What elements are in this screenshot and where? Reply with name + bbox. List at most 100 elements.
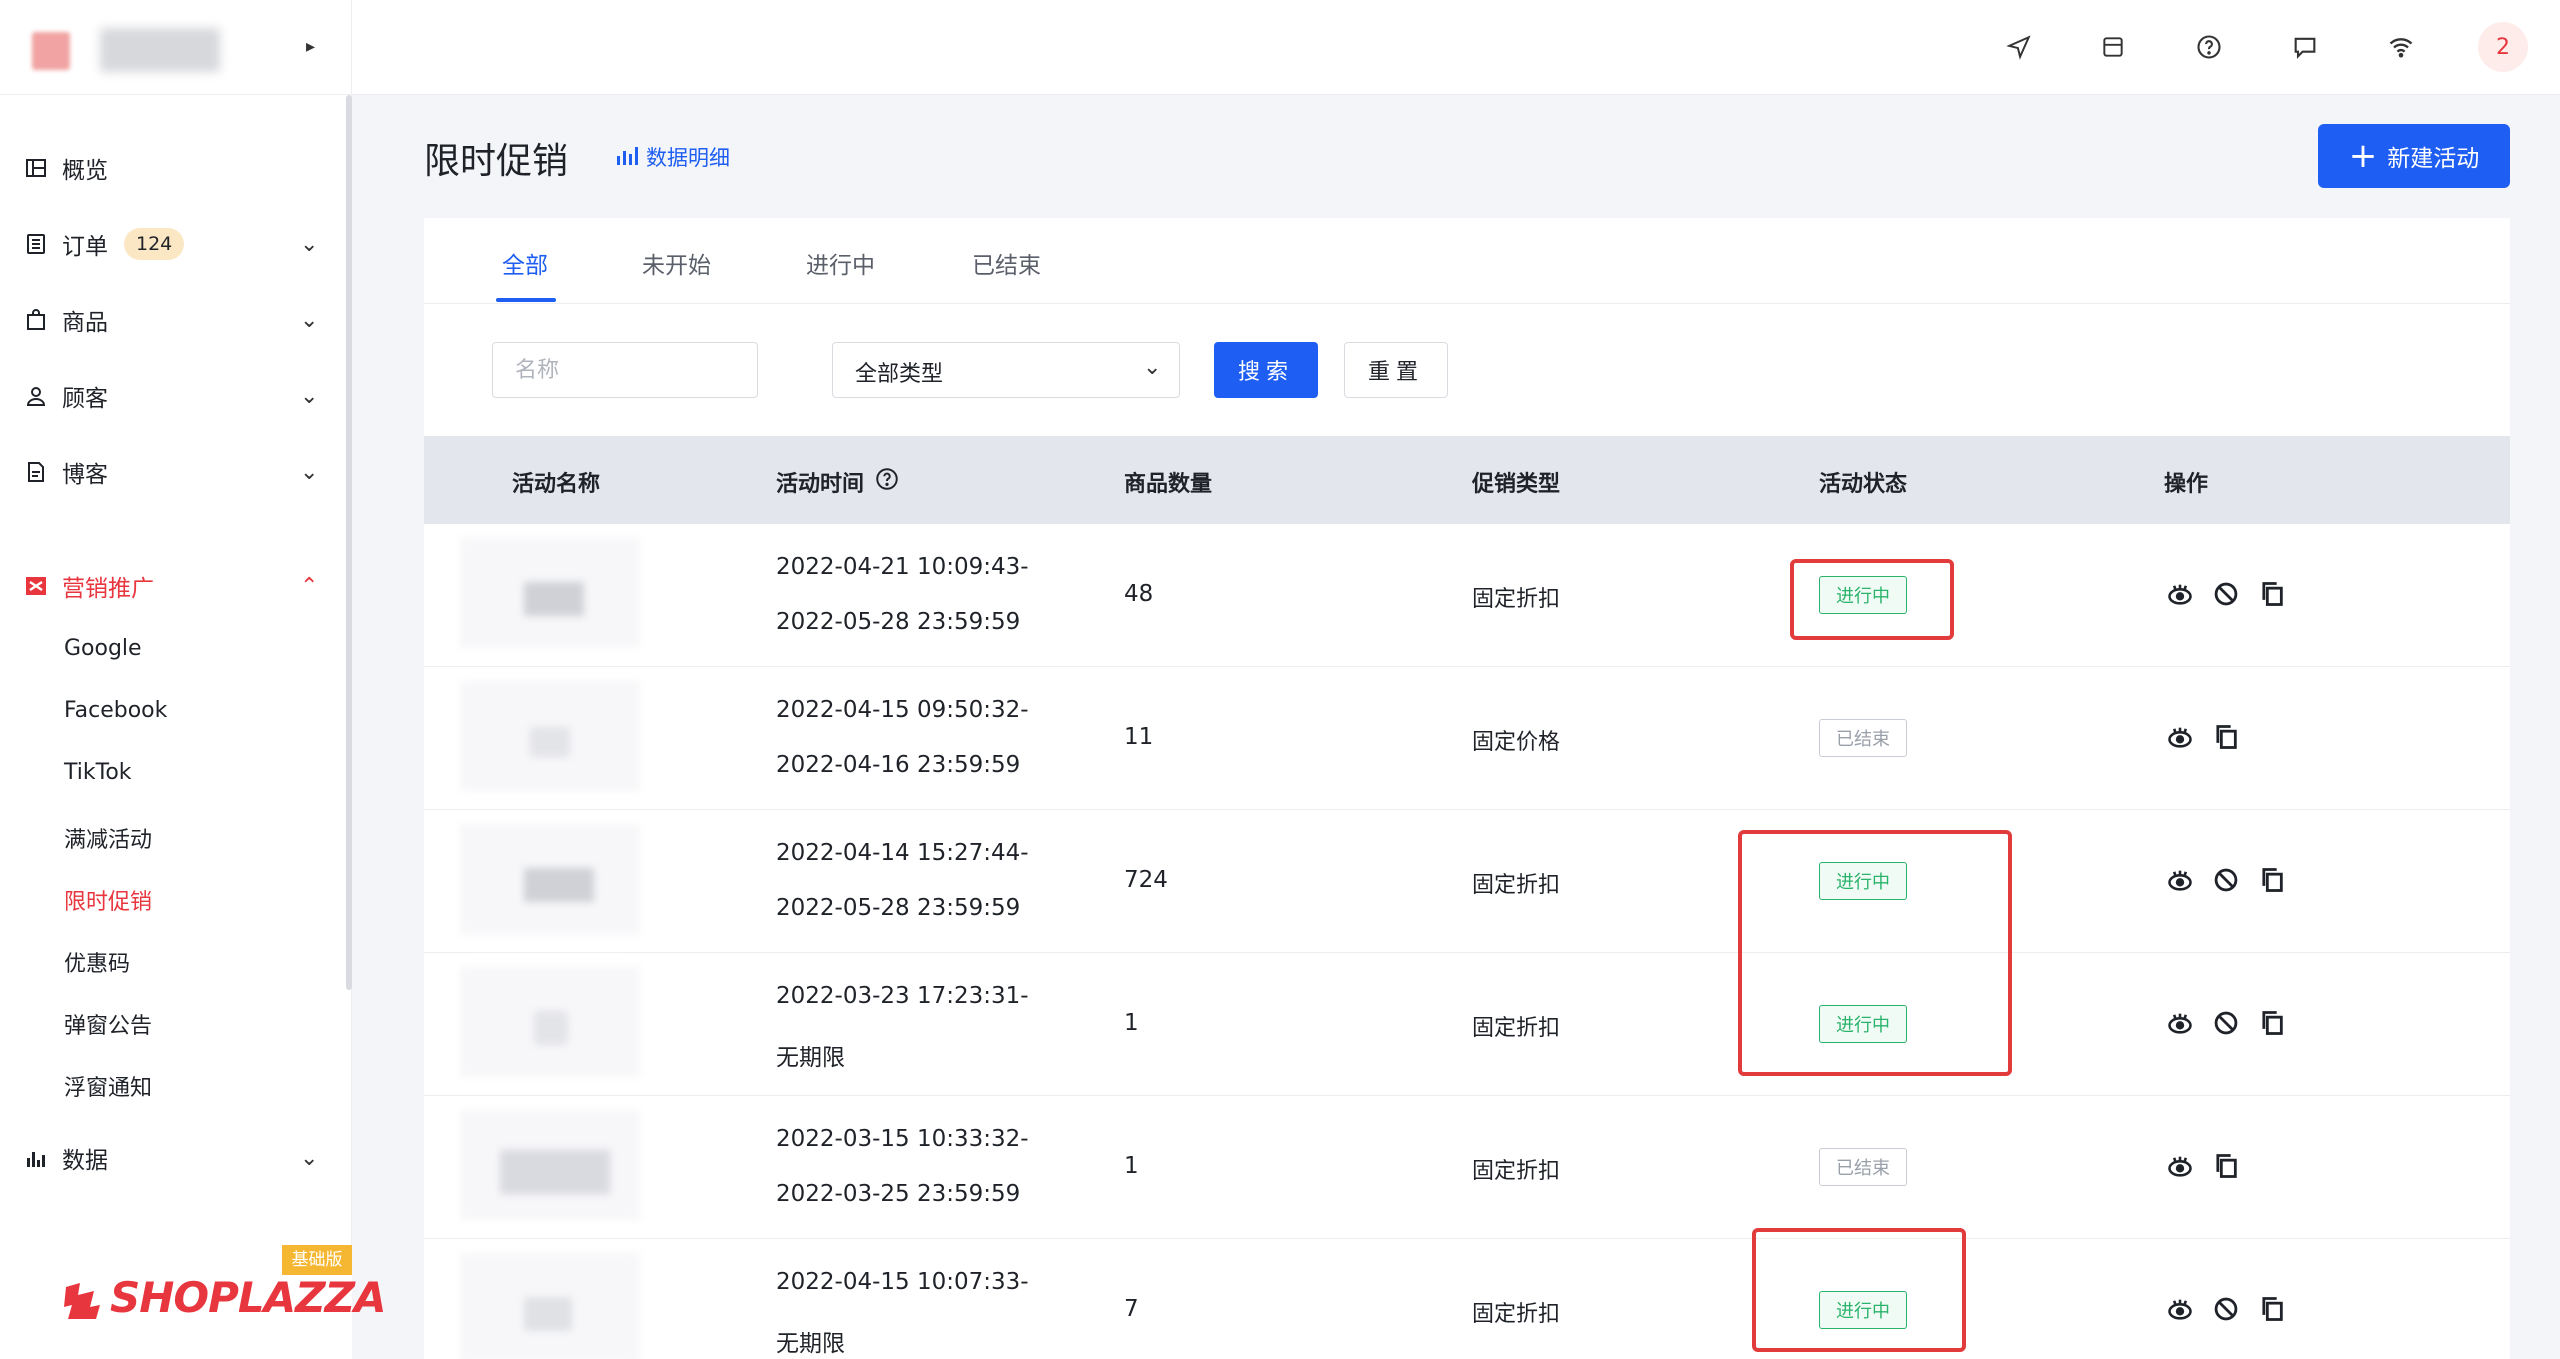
disable-icon[interactable] <box>2210 1007 2242 1039</box>
sidebar-subitem-coupon[interactable]: 优惠码 <box>64 946 130 978</box>
reset-button[interactable]: 重置 <box>1344 342 1448 398</box>
view-icon[interactable] <box>2164 1293 2196 1325</box>
sidebar-item-products[interactable]: 商品 ⌄ <box>0 290 352 350</box>
chevron-down-icon[interactable]: ⌄ <box>300 1146 318 1171</box>
shoplazza-logo-icon <box>60 1279 104 1327</box>
sidebar-item-customers[interactable]: 顾客 ⌄ <box>0 366 352 426</box>
tab-ended[interactable]: 已结束 <box>972 246 1041 280</box>
view-icon[interactable] <box>2164 1007 2196 1039</box>
copy-icon[interactable] <box>2256 1293 2288 1325</box>
product-count: 48 <box>1124 581 1154 607</box>
new-activity-label: 新建活动 <box>2387 146 2480 172</box>
activity-start-time: 2022-04-21 10:09:43- <box>776 554 1029 580</box>
wifi-icon[interactable] <box>2378 24 2424 70</box>
chevron-right-icon[interactable]: ▸ <box>306 36 315 57</box>
row-actions <box>2164 721 2242 753</box>
copy-icon[interactable] <box>2256 578 2288 610</box>
view-icon[interactable] <box>2164 1150 2196 1182</box>
sidebar-item-label: 商品 <box>62 310 108 336</box>
name-search-input[interactable] <box>492 342 758 398</box>
sidebar-subitem-float-notice[interactable]: 浮窗通知 <box>64 1070 152 1102</box>
view-icon[interactable] <box>2164 578 2196 610</box>
table-row: 2022-03-15 10:33:32- 2022-03-25 23:59:59… <box>424 1096 2510 1239</box>
tab-in-progress[interactable]: 进行中 <box>806 246 875 280</box>
product-count: 7 <box>1124 1296 1139 1322</box>
activity-name-blurred <box>460 538 640 648</box>
copy-icon[interactable] <box>2210 721 2242 753</box>
chevron-down-icon[interactable]: ⌄ <box>300 460 318 485</box>
table-row: 2022-04-21 10:09:43- 2022-05-28 23:59:59… <box>424 524 2510 667</box>
disable-icon[interactable] <box>2210 1293 2242 1325</box>
message-icon[interactable] <box>2282 24 2328 70</box>
product-count: 724 <box>1124 867 1168 893</box>
orders-icon <box>22 230 50 258</box>
chevron-down-icon[interactable]: ⌄ <box>300 308 318 333</box>
row-actions <box>2164 1007 2288 1039</box>
status-badge: 已结束 <box>1819 1148 1907 1186</box>
sidebar-subitem-tiktok[interactable]: TikTok <box>64 760 132 785</box>
data-detail-link[interactable]: 数据明细 <box>616 142 730 172</box>
activity-start-time: 2022-04-15 09:50:32- <box>776 697 1029 723</box>
plan-tag: 基础版 <box>282 1245 352 1275</box>
tab-all[interactable]: 全部 <box>502 246 548 280</box>
type-select[interactable]: 全部类型 ⌄ <box>832 342 1180 398</box>
activity-name-blurred <box>460 1253 640 1359</box>
user-icon <box>22 382 50 410</box>
promotion-type: 固定价格 <box>1472 730 1561 755</box>
row-actions <box>2164 1293 2288 1325</box>
chevron-down-icon[interactable]: ⌄ <box>300 384 318 409</box>
activity-start-time: 2022-03-23 17:23:31- <box>776 983 1029 1009</box>
help-icon[interactable] <box>2186 24 2232 70</box>
table-header: 活动名称 活动时间 商品数量 促销类型 活动状态 操作 <box>424 436 2510 524</box>
copy-icon[interactable] <box>2256 864 2288 896</box>
status-badge: 进行中 <box>1819 576 1907 614</box>
search-button[interactable]: 搜索 <box>1214 342 1318 398</box>
status-badge: 已结束 <box>1819 719 1907 757</box>
chevron-up-icon[interactable]: ⌃ <box>300 574 318 599</box>
sidebar-item-orders[interactable]: 订单 124 ⌄ <box>0 214 352 274</box>
sidebar-item-data[interactable]: 数据 ⌄ <box>0 1128 352 1188</box>
activity-start-time: 2022-04-15 10:07:33- <box>776 1269 1029 1295</box>
tab-not-started[interactable]: 未开始 <box>642 246 711 280</box>
activity-name-blurred <box>460 967 640 1077</box>
sidebar-subitem-full-reduction[interactable]: 满减活动 <box>64 822 152 854</box>
view-icon[interactable] <box>2164 864 2196 896</box>
sidebar-subitem-popup[interactable]: 弹窗公告 <box>64 1008 152 1040</box>
sidebar-item-blog[interactable]: 博客 ⌄ <box>0 442 352 502</box>
page-title: 限时促销 <box>424 141 569 182</box>
copy-icon[interactable] <box>2256 1007 2288 1039</box>
sidebar-subitem-google[interactable]: Google <box>64 636 142 661</box>
activity-start-time: 2022-04-14 15:27:44- <box>776 840 1029 866</box>
notification-avatar[interactable]: 2 <box>2478 22 2528 72</box>
promotion-type: 固定折扣 <box>1472 587 1561 612</box>
store-icon[interactable] <box>2090 24 2136 70</box>
product-count: 11 <box>1124 724 1154 750</box>
send-icon[interactable] <box>1996 24 2042 70</box>
copy-icon[interactable] <box>2210 1150 2242 1182</box>
sidebar-scrollbar[interactable] <box>346 95 352 990</box>
sidebar-item-overview[interactable]: 概览 <box>0 138 352 198</box>
sidebar-item-marketing[interactable]: 营销推广 ⌃ <box>0 556 352 616</box>
table-row: 2022-04-14 15:27:44- 2022-05-28 23:59:59… <box>424 810 2510 953</box>
table-row: 2022-04-15 09:50:32- 2022-04-16 23:59:59… <box>424 667 2510 810</box>
plus-icon: + <box>2348 136 2378 176</box>
new-activity-button[interactable]: + 新建活动 <box>2318 124 2510 188</box>
disable-icon[interactable] <box>2210 864 2242 896</box>
store-logo <box>32 32 70 70</box>
promotion-type: 固定折扣 <box>1472 1016 1561 1041</box>
promotion-type: 固定折扣 <box>1472 1302 1561 1327</box>
product-count: 1 <box>1124 1010 1139 1036</box>
activity-end-time: 2022-05-28 23:59:59 <box>776 895 1021 921</box>
store-switcher[interactable]: ▸ <box>0 0 352 95</box>
view-icon[interactable] <box>2164 721 2196 753</box>
activity-end-time: 2022-05-28 23:59:59 <box>776 609 1021 635</box>
activity-end-time: 2022-03-25 23:59:59 <box>776 1181 1021 1207</box>
sidebar-item-label: 概览 <box>62 158 108 184</box>
sidebar-subitem-flash-sale[interactable]: 限时促销 <box>64 884 152 916</box>
help-icon[interactable] <box>874 466 900 498</box>
col-header-name: 活动名称 <box>512 472 601 497</box>
sidebar-subitem-facebook[interactable]: Facebook <box>64 698 167 723</box>
sidebar-item-label: 营销推广 <box>62 576 154 602</box>
disable-icon[interactable] <box>2210 578 2242 610</box>
chevron-down-icon[interactable]: ⌄ <box>300 232 318 257</box>
